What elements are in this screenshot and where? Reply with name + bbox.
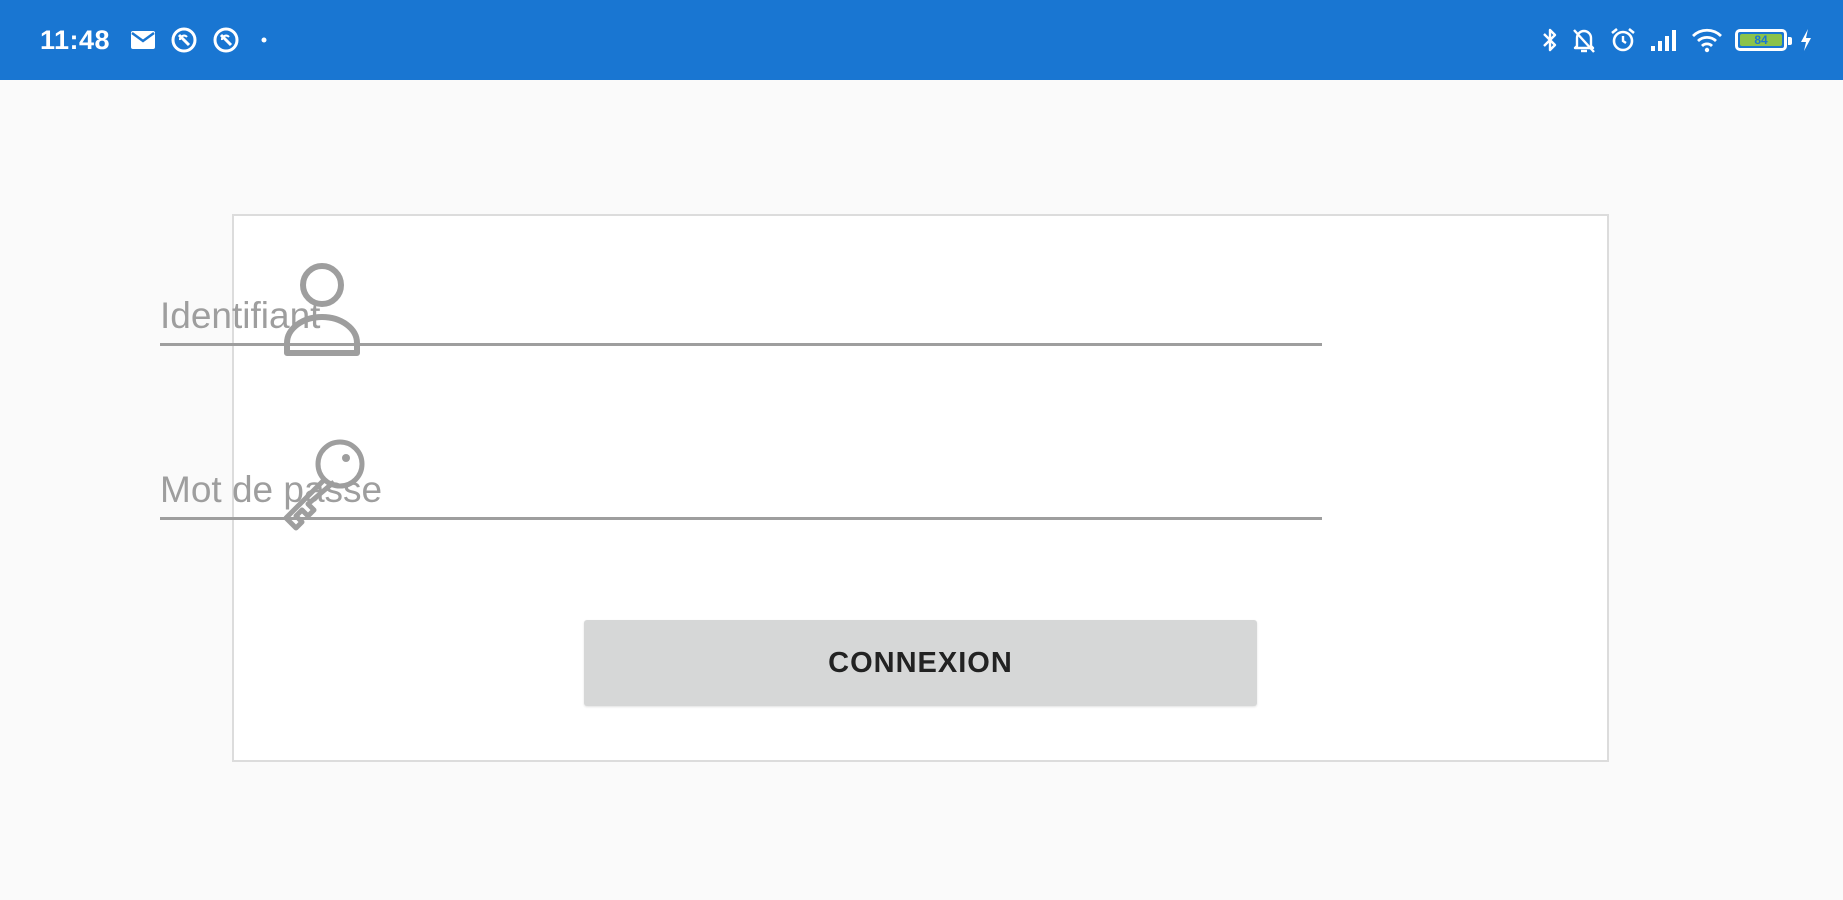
username-field[interactable] — [160, 266, 1322, 346]
status-bar-right: 84 — [1541, 0, 1813, 80]
sync-disabled-icon — [170, 26, 198, 54]
dot-icon — [254, 30, 274, 50]
battery-level: 84 — [1740, 33, 1782, 47]
bluetooth-icon — [1541, 26, 1559, 54]
wifi-icon — [1691, 27, 1723, 53]
status-bar: 11:48 84 — [0, 0, 1843, 80]
bell-off-icon — [1571, 26, 1597, 54]
signal-icon — [1649, 28, 1679, 52]
charging-icon — [1799, 28, 1813, 52]
login-button[interactable]: CONNEXION — [584, 620, 1257, 706]
username-input[interactable] — [160, 295, 1322, 337]
alarm-icon — [1609, 26, 1637, 54]
status-bar-left: 11:48 — [40, 0, 274, 80]
mail-icon — [130, 30, 156, 50]
password-field[interactable] — [160, 440, 1322, 520]
password-input[interactable] — [160, 469, 1322, 511]
status-time: 11:48 — [40, 24, 111, 55]
sync-disabled-icon — [212, 26, 240, 54]
battery-icon: 84 — [1735, 29, 1792, 51]
